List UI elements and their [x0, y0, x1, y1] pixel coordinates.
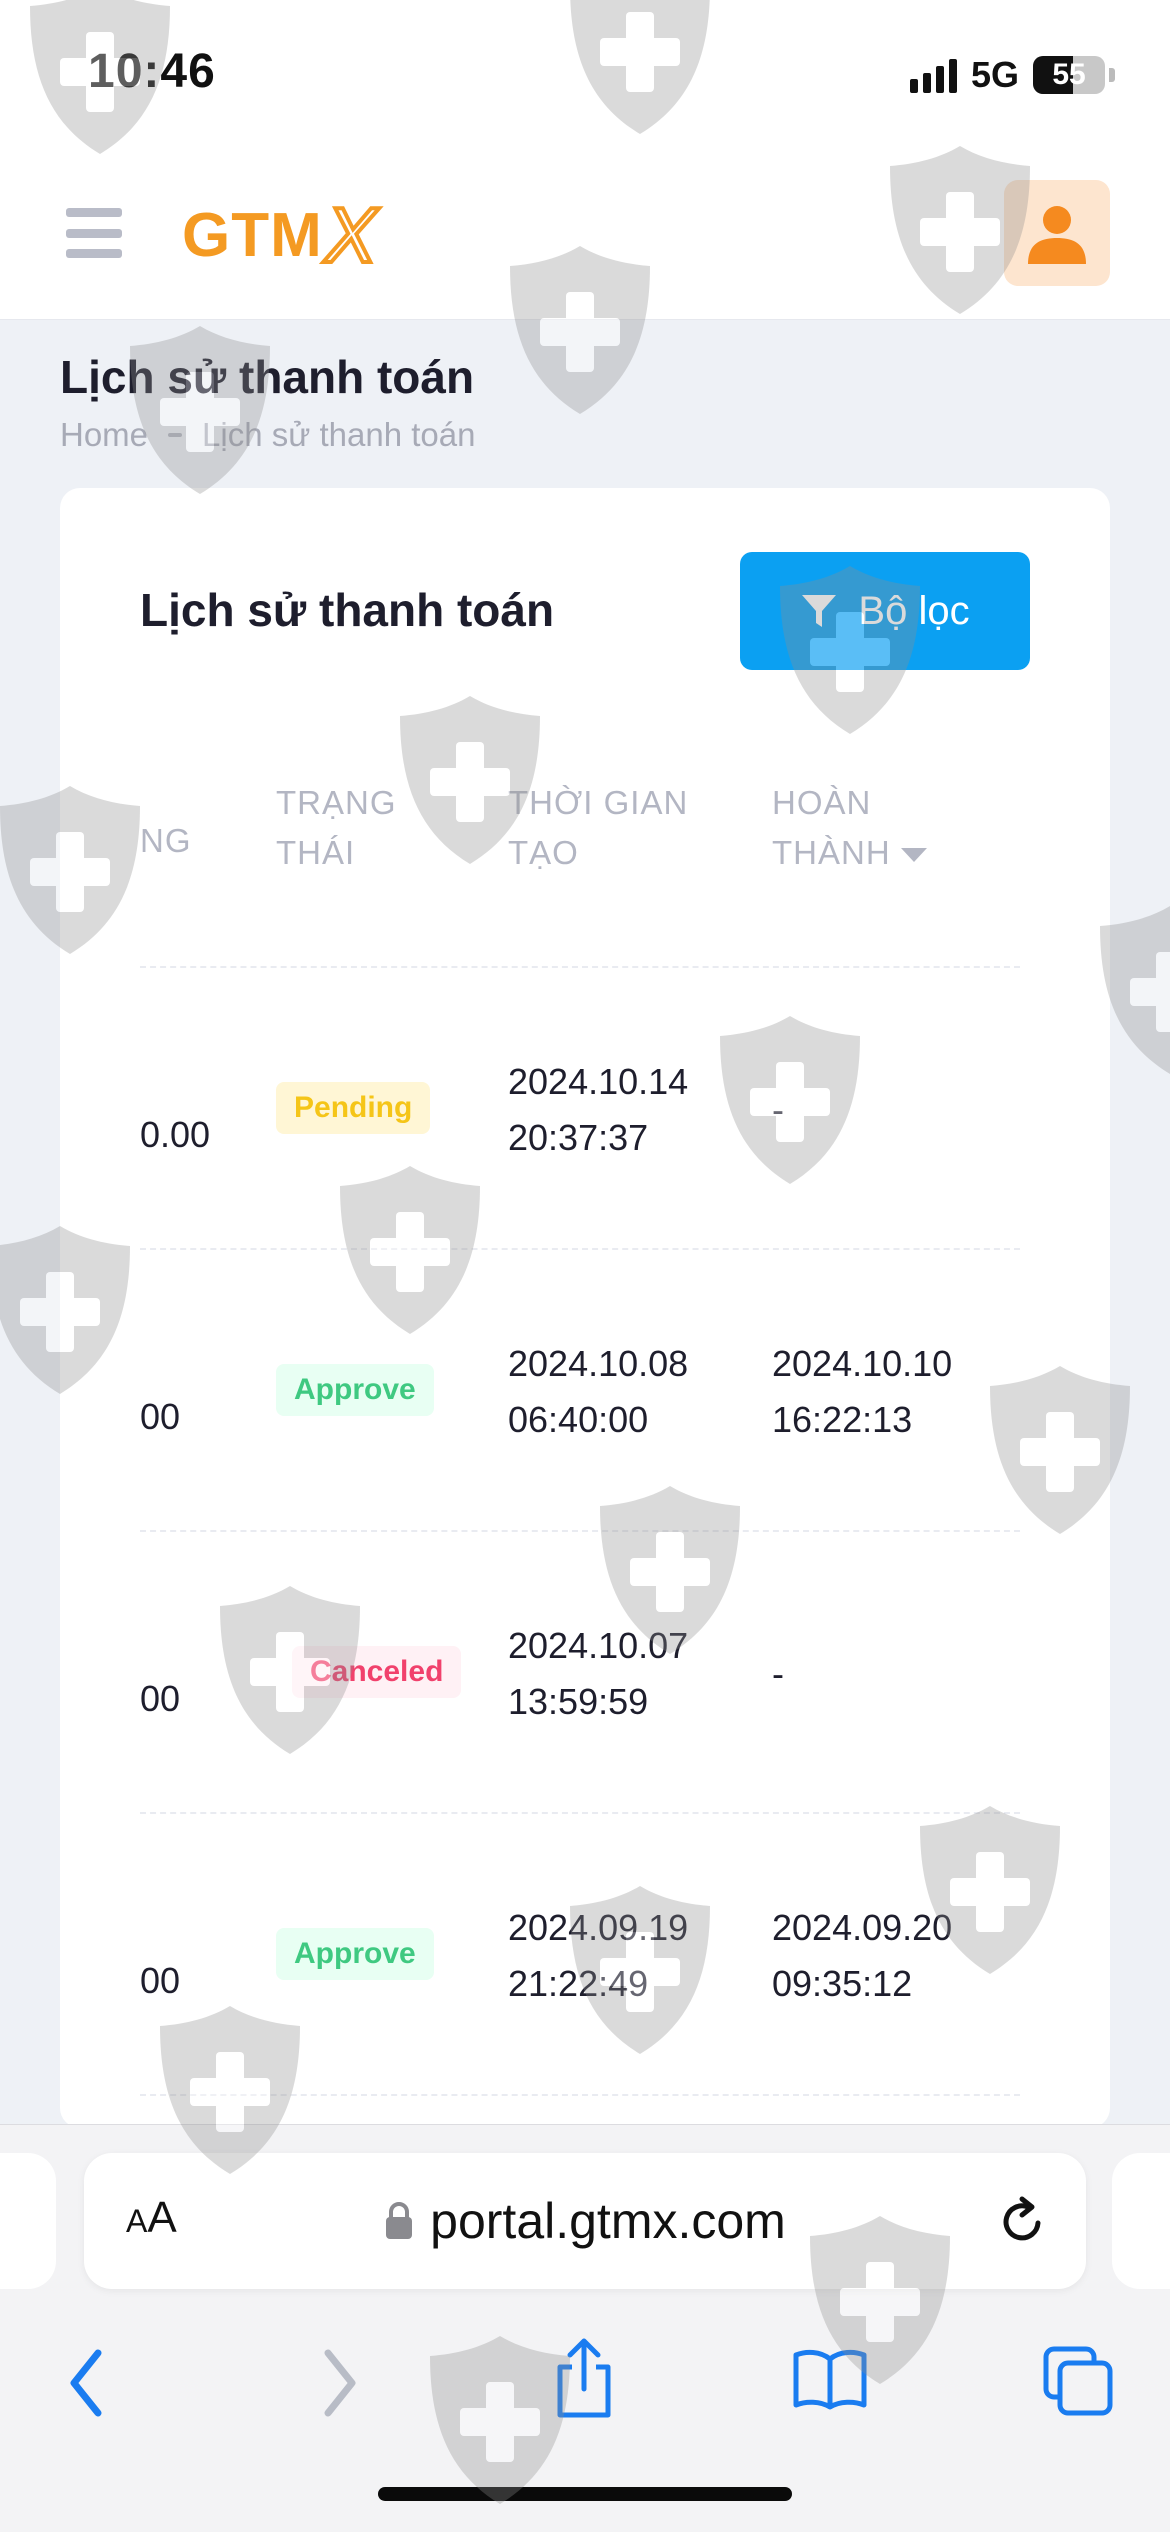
- cell-completed: 2024.09.20 09:35:12: [772, 1907, 953, 2004]
- cell-created: 2024.10.07 13:59:59: [508, 1625, 689, 1722]
- breadcrumb-current: Lịch sử thanh toán: [202, 416, 476, 453]
- share-icon[interactable]: [552, 2337, 616, 2421]
- column-header-status-text: TRẠNG THÁI: [276, 784, 397, 871]
- payment-history-card: Lịch sử thanh toán Bộ lọc NG TRẠNG THÁI …: [60, 488, 1110, 2128]
- cell-created: 2024.10.14 20:37:37: [508, 1061, 689, 1158]
- cell-created: 2024.09.19 21:22:49: [508, 1907, 689, 2004]
- next-tab-preview[interactable]: [1112, 2153, 1170, 2289]
- tabs-icon[interactable]: [1042, 2345, 1114, 2417]
- card-title: Lịch sử thanh toán: [140, 584, 555, 636]
- chevron-right-icon[interactable]: [318, 2345, 362, 2421]
- status-badge-canceled: Canceled: [292, 1646, 462, 1698]
- status-badge-approve: Approve: [276, 1364, 434, 1416]
- address-bar[interactable]: AA portal.gtmx.com: [84, 2153, 1086, 2289]
- user-icon: [1028, 206, 1086, 264]
- url-text: portal.gtmx.com: [430, 2193, 786, 2249]
- cell-created: 2024.10.08 06:40:00: [508, 1343, 689, 1440]
- column-header-status: TRẠNG THÁI: [276, 778, 476, 878]
- sort-caret-down-icon[interactable]: [900, 848, 927, 863]
- breadcrumb-home-link[interactable]: Home: [60, 416, 148, 454]
- lock-icon: [386, 2202, 413, 2239]
- table-row: 00 Approve 2024.10.08 06:40:00 2024.10.1…: [140, 1250, 1020, 1532]
- battery-cap: [1109, 68, 1115, 82]
- table-row: 00 Canceled 2024.10.07 13:59:59 -: [140, 1532, 1020, 1814]
- cell-completed: -: [772, 1653, 784, 1694]
- status-badge-approve: Approve: [276, 1928, 434, 1980]
- column-header-completed[interactable]: HOÀN THÀNH: [772, 778, 1012, 878]
- user-avatar-button[interactable]: [1004, 180, 1110, 286]
- hamburger-menu-icon[interactable]: [66, 208, 122, 258]
- column-header-completed-text: HOÀN THÀNH: [772, 784, 891, 871]
- browser-bottom-bar: AA portal.gtmx.com: [0, 2124, 1170, 2532]
- logo-x: X: [323, 189, 379, 281]
- browser-toolbar: [0, 2325, 1170, 2455]
- chevron-left-icon[interactable]: [64, 2345, 108, 2421]
- column-header-amount: NG: [140, 822, 192, 859]
- logo-text: GTM: [182, 200, 323, 270]
- breadcrumb-separator: [168, 433, 183, 437]
- cell-amount: 0.00: [140, 1114, 211, 1155]
- status-time: 10:46: [88, 45, 216, 98]
- network-label: 5G: [970, 54, 1019, 95]
- signal-icon: [909, 57, 957, 93]
- status-badge-pending: Pending: [276, 1082, 431, 1134]
- battery-icon: 55: [1033, 56, 1105, 94]
- reload-icon[interactable]: [998, 2193, 1050, 2249]
- brand-logo[interactable]: GTM X: [182, 189, 379, 281]
- cell-completed: 2024.10.10 16:22:13: [772, 1343, 953, 1440]
- column-header-created-text: THỜI GIAN TẠO: [508, 784, 689, 871]
- filter-label: Bộ lọc: [858, 588, 970, 633]
- page: 10:46 5G 55 GTM X Lịch sử thanh toán Hom…: [0, 0, 1170, 2532]
- battery-level: 55: [1052, 58, 1086, 91]
- book-icon[interactable]: [792, 2347, 868, 2411]
- cell-amount: 00: [140, 1396, 181, 1437]
- status-indicators: 5G 55: [909, 50, 1115, 100]
- page-title: Lịch sử thanh toán: [60, 351, 475, 403]
- table-header: NG TRẠNG THÁI THỜI GIAN TẠO HOÀN THÀNH: [140, 778, 1020, 968]
- shield-watermark-icon: [130, 326, 270, 494]
- filter-button[interactable]: Bộ lọc: [740, 552, 1030, 670]
- home-indicator: [378, 2487, 792, 2501]
- filter-icon: [802, 595, 837, 627]
- breadcrumb: Home Lịch sử thanh toán: [60, 416, 475, 454]
- cell-completed: -: [772, 1089, 784, 1130]
- app-header: GTM X: [0, 150, 1170, 320]
- previous-tab-preview[interactable]: [0, 2153, 56, 2289]
- table-row: 0.00 Pending 2024.10.14 20:37:37 -: [140, 968, 1020, 1250]
- cell-amount: 00: [140, 1960, 181, 2001]
- cell-amount: 00: [140, 1678, 181, 1719]
- url-group[interactable]: portal.gtmx.com: [84, 2189, 1086, 2253]
- status-bar: 10:46 5G 55: [0, 0, 1170, 150]
- column-header-created: THỜI GIAN TẠO: [508, 778, 748, 878]
- table-row: 00 Approve 2024.09.19 21:22:49 2024.09.2…: [140, 1814, 1020, 2096]
